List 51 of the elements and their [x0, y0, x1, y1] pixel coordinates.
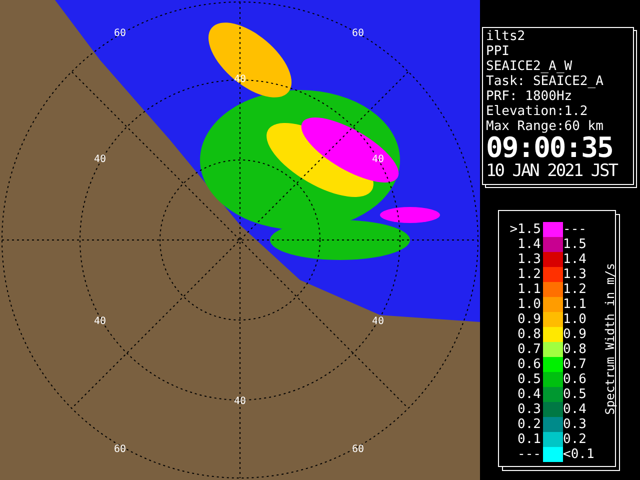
range-label: 60	[352, 444, 364, 455]
legend-label: 1.1	[563, 297, 588, 312]
info-line: SEAICE2_A_W	[486, 59, 574, 74]
info-line: ilts2	[486, 29, 526, 44]
legend-label: ---	[516, 447, 541, 462]
legend-label: 0.3	[563, 417, 588, 432]
range-label: 40	[234, 396, 246, 407]
legend-label: 0.4	[516, 387, 541, 402]
legend-label: 0.8	[516, 327, 541, 342]
legend-label: 1.3	[563, 267, 588, 282]
legend-label: 0.2	[516, 417, 541, 432]
date-text: 10 JAN 2021 JST	[486, 162, 619, 181]
legend-label: 0.4	[563, 402, 588, 417]
legend-label: 1.2	[563, 282, 588, 297]
legend-label: 0.7	[516, 342, 541, 357]
info-line: PRF: 1800Hz	[486, 89, 574, 104]
legend-label: 1.3	[516, 252, 541, 267]
range-label: 40	[372, 154, 384, 165]
legend-label: 0.6	[516, 357, 541, 372]
legend-label: 0.5	[516, 372, 541, 387]
legend-label: 0.1	[516, 432, 541, 447]
range-label: 60	[114, 444, 126, 455]
range-label: 40	[372, 316, 384, 327]
legend-title: Spectrum Width in m/s	[602, 263, 618, 415]
legend-label: 1.2	[516, 267, 541, 282]
legend-label: 0.7	[563, 357, 588, 372]
legend-label: 0.3	[516, 402, 541, 417]
legend-label: 0.8	[563, 342, 588, 357]
info-line: Task: SEAICE2_A	[486, 74, 604, 89]
range-label: 40	[94, 154, 106, 165]
info-line: PPI	[486, 44, 510, 59]
legend-label: >1.5	[508, 222, 541, 237]
legend-label: 0.6	[563, 372, 588, 387]
range-label: 60	[114, 28, 126, 39]
legend-label: <0.1	[563, 447, 596, 462]
legend-label: 1.4	[516, 237, 541, 252]
legend-label: 0.5	[563, 387, 588, 402]
legend-label: 1.4	[563, 252, 588, 267]
legend-label: 0.2	[563, 432, 588, 447]
legend-label: 1.0	[563, 312, 588, 327]
info-line: Elevation:1.2	[486, 104, 589, 119]
time-text: 09:00:35	[486, 134, 613, 162]
legend-label: 0.9	[563, 327, 588, 342]
legend-label: 0.9	[516, 312, 541, 327]
range-label: 60	[352, 28, 364, 39]
legend-label: ---	[563, 222, 588, 237]
info-line: Max Range:60 km	[486, 119, 604, 134]
legend-label: 1.1	[516, 282, 541, 297]
legend-label: 1.0	[516, 297, 541, 312]
range-label: 40	[94, 316, 106, 327]
legend-label: 1.5	[563, 237, 588, 252]
